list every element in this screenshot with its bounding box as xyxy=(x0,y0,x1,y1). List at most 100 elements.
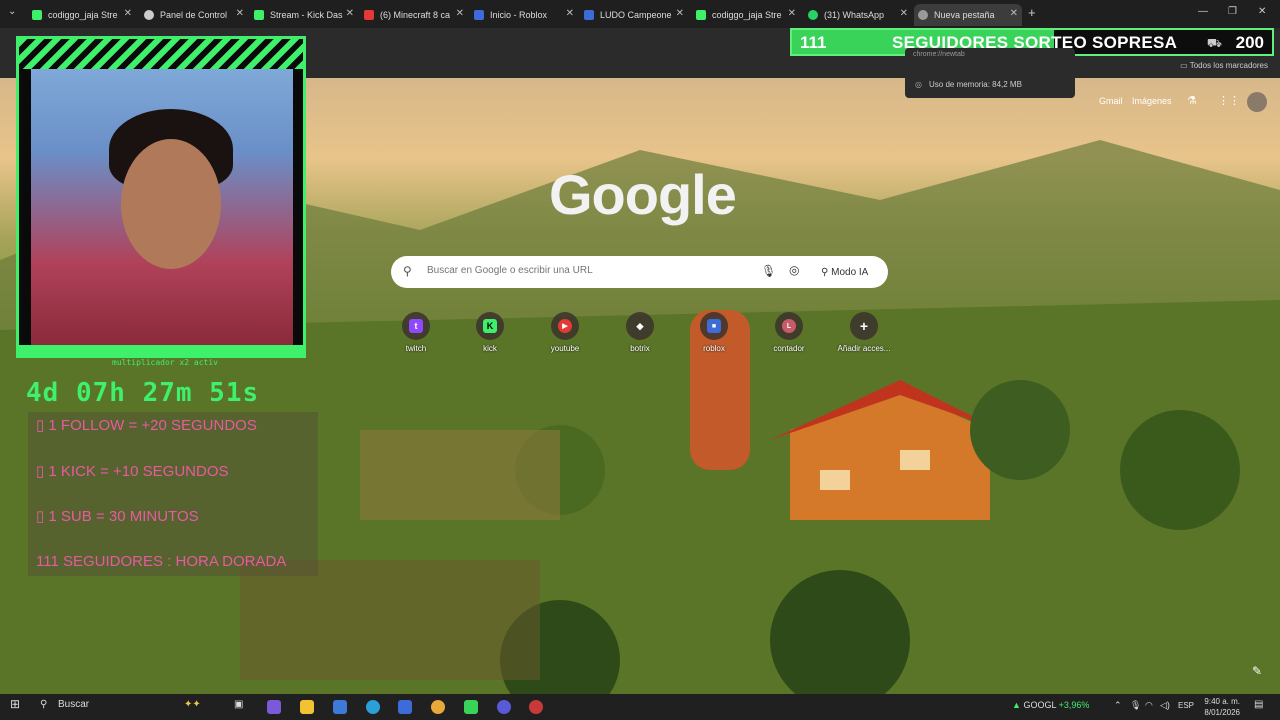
images-link[interactable]: Imágenes xyxy=(1132,96,1172,106)
shortcut-circle: ■ xyxy=(700,312,728,340)
wifi-icon[interactable]: ◠ xyxy=(1145,700,1153,711)
frame-pattern xyxy=(19,39,303,69)
shortcut-youtube[interactable]: ▶ youtube xyxy=(535,312,595,353)
all-bookmarks[interactable]: ▭ Todos los marcadores xyxy=(1180,61,1268,70)
shortcut-label: youtube xyxy=(550,344,580,353)
memory-usage: Uso de memoria: 84,2 MB xyxy=(929,80,1022,89)
shortcut-contador[interactable]: Lcontador xyxy=(759,312,819,353)
close-icon[interactable]: ✕ xyxy=(346,8,354,19)
close-icon[interactable]: ✕ xyxy=(900,8,908,19)
labs-icon[interactable]: ⚗ xyxy=(1187,94,1197,107)
avatar[interactable] xyxy=(1247,92,1267,112)
edge-icon[interactable] xyxy=(366,700,380,714)
file-explorer-icon[interactable] xyxy=(300,700,314,714)
tab-item[interactable]: (31) WhatsApp ✕ xyxy=(804,4,912,26)
shortcut-circle: t xyxy=(402,312,430,340)
close-icon[interactable]: ✕ xyxy=(676,8,684,19)
rule-golden-hour: 111 SEGUIDORES : HORA DORADA xyxy=(36,553,287,570)
rule-kick: ▯ 1 KICK = +10 SEGUNDOS xyxy=(36,463,229,480)
shortcut-label: kick xyxy=(483,344,497,353)
rule-follow: ▯ 1 FOLLOW = +20 SEGUNDOS xyxy=(36,417,257,434)
rule-sub: ▯ 1 SUB = 30 MINUTOS xyxy=(36,508,199,525)
microphone-icon[interactable]: 🎙 xyxy=(761,264,776,278)
lens-icon[interactable]: ◎ xyxy=(789,263,799,277)
ai-mode-button[interactable]: ⚲ Modo IA xyxy=(815,262,874,282)
tab-item-active[interactable]: Nueva pestaña ✕ xyxy=(914,4,1022,26)
outlook-icon[interactable] xyxy=(333,700,347,714)
search-box[interactable]: ⚲ 🎙 ◎ ⚲ Modo IA xyxy=(391,256,888,288)
webcam-video xyxy=(31,69,293,345)
twitch-icon: t xyxy=(409,319,423,333)
tab-item[interactable]: Panel de Control ✕ xyxy=(140,4,248,26)
memory-tooltip: chrome://newtab ◎ Uso de memoria: 84,2 M… xyxy=(905,48,1075,98)
webcam-frame xyxy=(16,36,306,358)
clock[interactable]: 9:40 a. m. 8/01/2026 xyxy=(1200,696,1240,718)
shortcut-circle: K xyxy=(476,312,504,340)
tray-chevron-icon[interactable]: ⌃ xyxy=(1114,700,1122,711)
tab-item[interactable]: Inicio - Roblox ✕ xyxy=(470,4,578,26)
close-icon[interactable]: ✕ xyxy=(788,8,796,19)
taskbar-search[interactable]: Buscar xyxy=(58,699,89,710)
taskbar-search-icon: ⚲ xyxy=(40,699,48,710)
tab-search-icon[interactable]: ⌄ xyxy=(8,6,16,17)
stock-widget[interactable]: ▲ GOOGL +3,96% xyxy=(1012,700,1089,710)
close-icon[interactable]: ✕ xyxy=(456,8,464,19)
shortcut-label: twitch xyxy=(405,344,427,353)
obs-icon[interactable] xyxy=(529,700,543,714)
tab-item[interactable]: Stream - Kick Das ✕ xyxy=(250,4,358,26)
tab-label: Nueva pestaña xyxy=(934,10,995,20)
streamer-face xyxy=(121,139,221,269)
app-icon[interactable] xyxy=(464,700,478,714)
shortcut-label: botrix xyxy=(630,344,650,353)
close-icon[interactable]: ✕ xyxy=(124,8,132,19)
gmail-link[interactable]: Gmail xyxy=(1099,96,1123,106)
new-tab-button[interactable]: + xyxy=(1028,5,1036,20)
tab-strip: ⌄ codiggo_jaja Stre ✕ Panel de Control ✕ S… xyxy=(0,0,1280,28)
notification-icon[interactable]: ▤ xyxy=(1254,699,1263,710)
volume-icon[interactable]: ◁) xyxy=(1160,700,1170,711)
close-icon[interactable]: ✕ xyxy=(1010,8,1018,19)
follower-count: 111 xyxy=(800,33,827,52)
tray-mic-icon[interactable]: 🎙 xyxy=(1130,700,1141,711)
windows-start-icon[interactable]: ⊞ xyxy=(10,697,20,711)
shortcut-circle: ◆ xyxy=(626,312,654,340)
copilot-icon[interactable] xyxy=(267,700,281,714)
customize-pencil-icon[interactable]: ✎ xyxy=(1252,664,1262,678)
tab-item[interactable]: codiggo_jaja Stre ✕ xyxy=(692,4,800,26)
apps-grid-icon[interactable]: ⋮⋮ xyxy=(1218,94,1240,107)
tab-label: (6) Minecraft 8 ca xyxy=(380,10,451,20)
shortcut-botrix[interactable]: ◆ botrix xyxy=(610,312,670,353)
shortcut-add[interactable]: + Añadir acces... xyxy=(834,312,894,353)
google-logo: Google xyxy=(549,163,737,226)
contador-icon: L xyxy=(782,319,796,333)
chrome-icon xyxy=(918,10,928,20)
copilot-sparkle-icon[interactable]: ✦✦ xyxy=(184,699,201,710)
tab-item[interactable]: codiggo_jaja Stre ✕ xyxy=(28,4,136,26)
discord-icon[interactable] xyxy=(497,700,511,714)
minimize-icon[interactable]: — xyxy=(1198,6,1208,17)
youtube-icon xyxy=(364,10,374,20)
tab-item[interactable]: LUDO Campeone ✕ xyxy=(580,4,688,26)
taskbar: ⊞ ⚲ Buscar ✦✦ ▣ ▲ GOOGL +3,96% ⌃ 🎙 ◠ ◁) … xyxy=(0,694,1280,720)
window-close-icon[interactable]: ✕ xyxy=(1258,6,1266,17)
tab-label: Panel de Control xyxy=(160,10,228,20)
tab-label: Inicio - Roblox xyxy=(490,10,548,20)
shortcut-twitch[interactable]: t twitch xyxy=(386,312,446,353)
clock-time: 9:40 a. m. xyxy=(1204,697,1240,706)
shortcut-roblox[interactable]: ■ roblox xyxy=(684,312,744,353)
roblox-icon: ■ xyxy=(707,319,721,333)
task-view-icon[interactable]: ▣ xyxy=(234,699,243,710)
restore-icon[interactable]: ❐ xyxy=(1228,6,1237,17)
chrome-icon[interactable] xyxy=(431,700,445,714)
ai-mode-label: Modo IA xyxy=(831,266,869,278)
close-icon[interactable]: ✕ xyxy=(566,8,574,19)
close-icon[interactable]: ✕ xyxy=(236,8,244,19)
language-indicator[interactable]: ESP xyxy=(1178,701,1194,710)
shortcut-circle: + xyxy=(850,312,878,340)
tab-item[interactable]: (6) Minecraft 8 ca ✕ xyxy=(360,4,468,26)
tab-label: LUDO Campeone xyxy=(600,10,672,20)
memory-icon: ◎ xyxy=(915,80,922,89)
shortcut-kick[interactable]: Kkick xyxy=(460,312,520,353)
search-input[interactable] xyxy=(425,264,729,277)
store-icon[interactable] xyxy=(398,700,412,714)
